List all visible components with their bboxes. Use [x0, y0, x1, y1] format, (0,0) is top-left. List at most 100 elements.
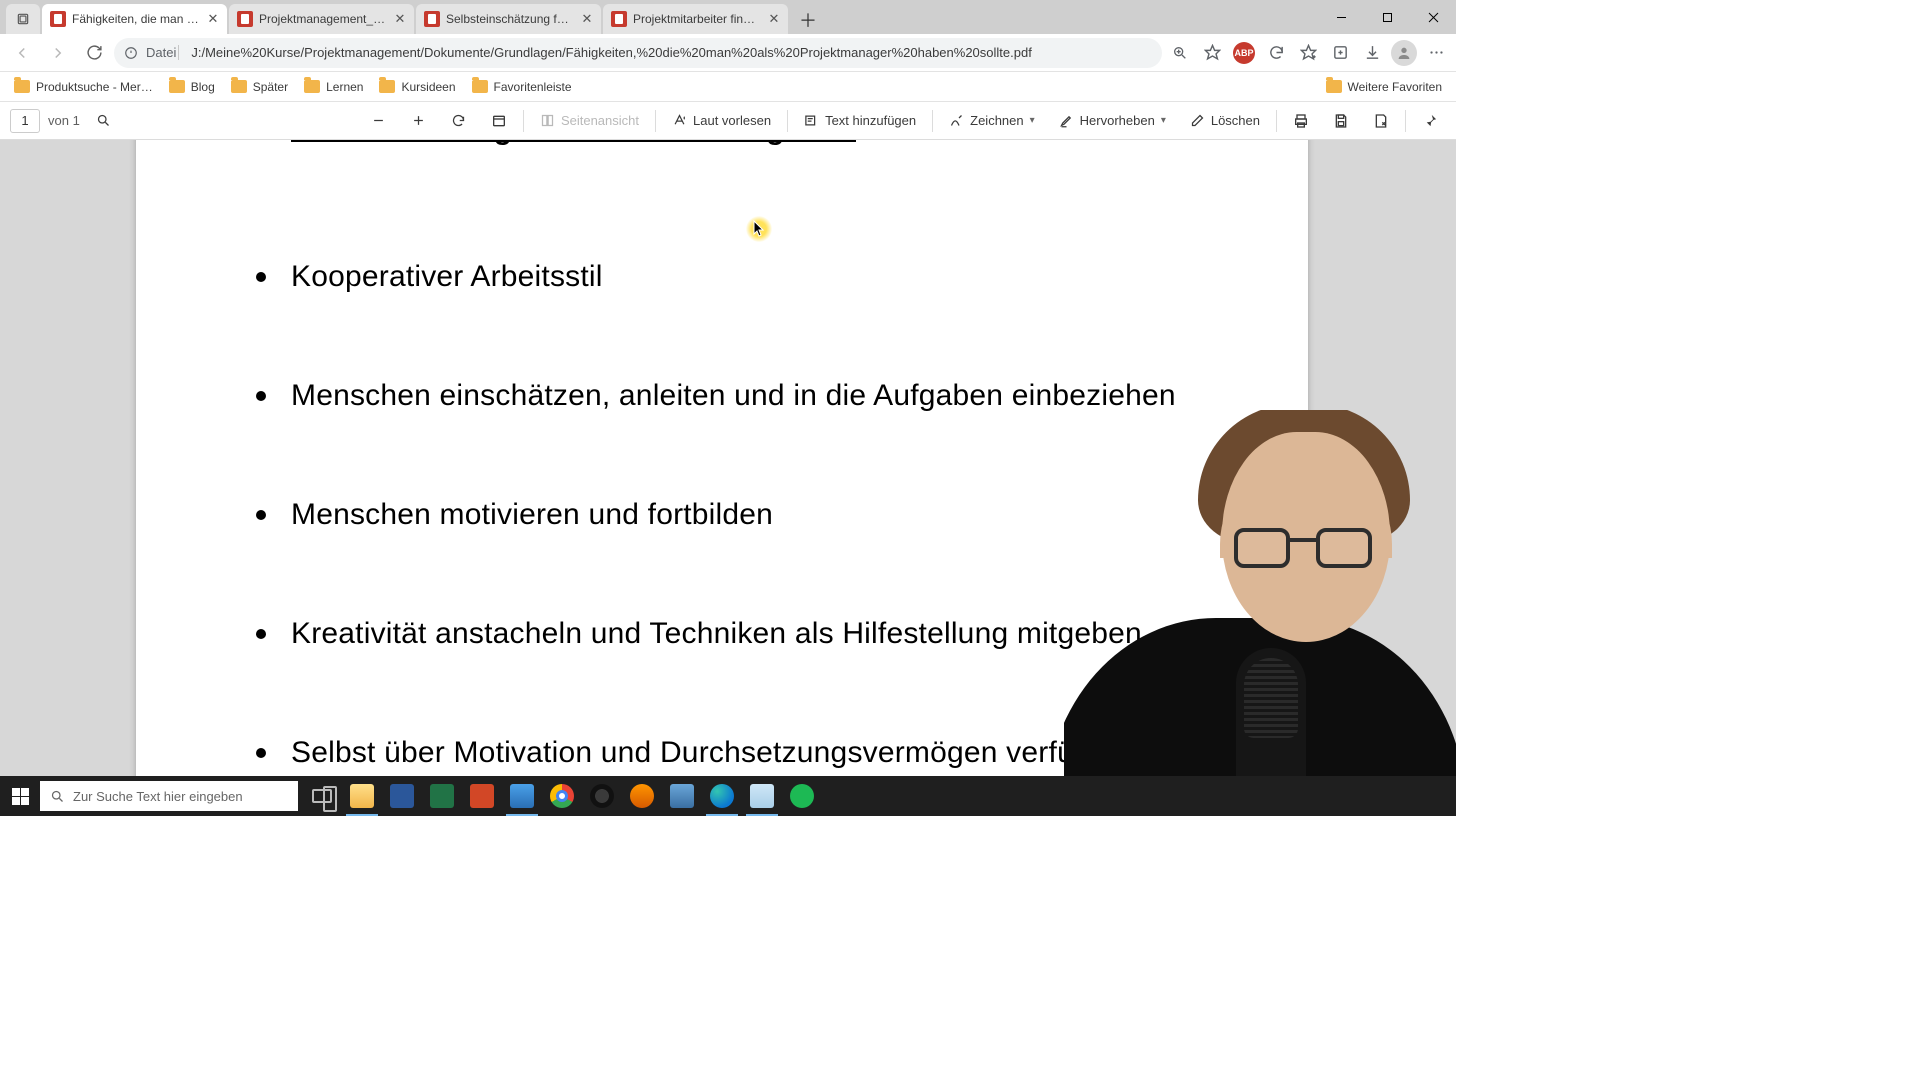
minimize-button[interactable]	[1318, 0, 1364, 34]
cursor-icon	[753, 220, 765, 238]
print-button[interactable]	[1285, 106, 1317, 136]
spotify-icon	[790, 784, 814, 808]
draw-button[interactable]: Zeichnen ▾	[941, 106, 1043, 136]
favorite-icon[interactable]	[1198, 39, 1226, 67]
folder-icon	[169, 80, 185, 93]
close-icon[interactable]: ✕	[392, 11, 408, 27]
add-text-label: Text hinzufügen	[825, 113, 916, 128]
tab-2[interactable]: Selbsteinschätzung für Projektm ✕	[416, 4, 601, 34]
forward-button[interactable]	[42, 38, 74, 68]
find-button[interactable]	[88, 106, 120, 136]
bookmark-label: Lernen	[326, 80, 363, 94]
back-button[interactable]	[6, 38, 38, 68]
close-icon[interactable]: ✕	[579, 11, 595, 27]
pdf-icon	[50, 11, 66, 27]
taskbar-explorer[interactable]	[342, 776, 382, 816]
start-button[interactable]	[0, 776, 40, 816]
read-aloud-button[interactable]: Laut vorlesen	[664, 106, 779, 136]
zoom-in-button[interactable]	[403, 106, 435, 136]
zoom-icon[interactable]	[1166, 39, 1194, 67]
erase-button[interactable]: Löschen	[1182, 106, 1268, 136]
word-icon	[390, 784, 414, 808]
page-view-button[interactable]: Seitenansicht	[532, 106, 647, 136]
new-tab-button[interactable]: ＋	[794, 6, 822, 34]
edge-icon	[710, 784, 734, 808]
taskbar-notepad[interactable]	[742, 776, 782, 816]
abp-icon[interactable]: ABP	[1230, 39, 1258, 67]
bookmark-item[interactable]: Produktsuche - Mer…	[8, 77, 159, 97]
pdf-icon	[424, 11, 440, 27]
app-icon	[630, 784, 654, 808]
app-icon	[510, 784, 534, 808]
url-scheme: Datei	[146, 45, 179, 60]
taskbar-app-3[interactable]	[662, 776, 702, 816]
favorites-star-icon[interactable]	[1294, 39, 1322, 67]
folder-icon	[14, 80, 30, 93]
page-view-label: Seitenansicht	[561, 113, 639, 128]
taskbar-spotify[interactable]	[782, 776, 822, 816]
taskbar-excel[interactable]	[422, 776, 462, 816]
tab-3[interactable]: Projektmitarbeiter finden - was s ✕	[603, 4, 788, 34]
url-path: J:/Meine%20Kurse/Projektmanagement/Dokum…	[191, 45, 1152, 60]
page-number-input[interactable]	[10, 109, 40, 133]
taskbar-word[interactable]	[382, 776, 422, 816]
fit-page-button[interactable]	[483, 106, 515, 136]
folder-icon	[231, 80, 247, 93]
reload-button[interactable]	[78, 38, 110, 68]
profile-avatar[interactable]	[1390, 39, 1418, 67]
bookmark-label: Produktsuche - Mer…	[36, 80, 153, 94]
sync-icon[interactable]	[1262, 39, 1290, 67]
taskbar-app-1[interactable]	[502, 776, 542, 816]
highlight-button[interactable]: Hervorheben ▾	[1051, 106, 1174, 136]
excel-icon	[430, 784, 454, 808]
taskbar-chrome[interactable]	[542, 776, 582, 816]
tab-pinned[interactable]	[6, 4, 40, 34]
taskbar-powerpoint[interactable]	[462, 776, 502, 816]
menu-icon[interactable]	[1422, 39, 1450, 67]
tab-title: Fähigkeiten, die man als Projekt	[72, 12, 199, 26]
highlight-label: Hervorheben	[1080, 113, 1155, 128]
bookmarks-bar: Produktsuche - Mer… Blog Später Lernen K…	[0, 72, 1456, 102]
taskbar-search[interactable]: Zur Suche Text hier eingeben	[40, 781, 298, 811]
folder-icon	[379, 80, 395, 93]
zoom-out-button[interactable]	[363, 106, 395, 136]
collections-icon[interactable]	[1326, 39, 1354, 67]
add-text-button[interactable]: Text hinzufügen	[796, 106, 924, 136]
taskbar-edge[interactable]	[702, 776, 742, 816]
notepad-icon	[750, 784, 774, 808]
titlebar: Fähigkeiten, die man als Projekt ✕ Proje…	[0, 0, 1456, 34]
taskbar-app-2[interactable]	[622, 776, 662, 816]
save-as-button[interactable]	[1365, 106, 1397, 136]
erase-label: Löschen	[1211, 113, 1260, 128]
rotate-button[interactable]	[443, 106, 475, 136]
tab-0[interactable]: Fähigkeiten, die man als Projekt ✕	[42, 4, 227, 34]
obs-icon	[590, 784, 614, 808]
task-view-button[interactable]	[302, 776, 342, 816]
search-placeholder: Zur Suche Text hier eingeben	[73, 789, 243, 804]
maximize-button[interactable]	[1364, 0, 1410, 34]
bookmark-item[interactable]: Später	[225, 77, 294, 97]
bookmark-item[interactable]: Kursideen	[373, 77, 461, 97]
chevron-down-icon: ▾	[1030, 115, 1035, 126]
url-field[interactable]: Datei J:/Meine%20Kurse/Projektmanagement…	[114, 38, 1162, 68]
draw-label: Zeichnen	[970, 113, 1023, 128]
downloads-icon[interactable]	[1358, 39, 1386, 67]
window-close-button[interactable]	[1410, 0, 1456, 34]
pin-toolbar-button[interactable]	[1414, 106, 1446, 136]
close-icon[interactable]: ✕	[205, 11, 221, 27]
bookmark-more[interactable]: Weitere Favoriten	[1320, 77, 1448, 97]
tab-title: Selbsteinschätzung für Projektm	[446, 12, 573, 26]
bookmark-item[interactable]: Favoritenleiste	[466, 77, 578, 97]
bookmark-item[interactable]: Blog	[163, 77, 221, 97]
chrome-icon	[550, 784, 574, 808]
tab-1[interactable]: Projektmanagement_Einstiegsfr ✕	[229, 4, 414, 34]
folder-icon	[472, 80, 488, 93]
webcam-overlay	[1064, 410, 1456, 788]
address-bar: Datei J:/Meine%20Kurse/Projektmanagement…	[0, 34, 1456, 72]
close-icon[interactable]: ✕	[766, 11, 782, 27]
taskbar-obs[interactable]	[582, 776, 622, 816]
list-item: Kooperativer Arbeitsstil	[196, 257, 1248, 296]
explorer-icon	[350, 784, 374, 808]
save-button[interactable]	[1325, 106, 1357, 136]
bookmark-item[interactable]: Lernen	[298, 77, 369, 97]
